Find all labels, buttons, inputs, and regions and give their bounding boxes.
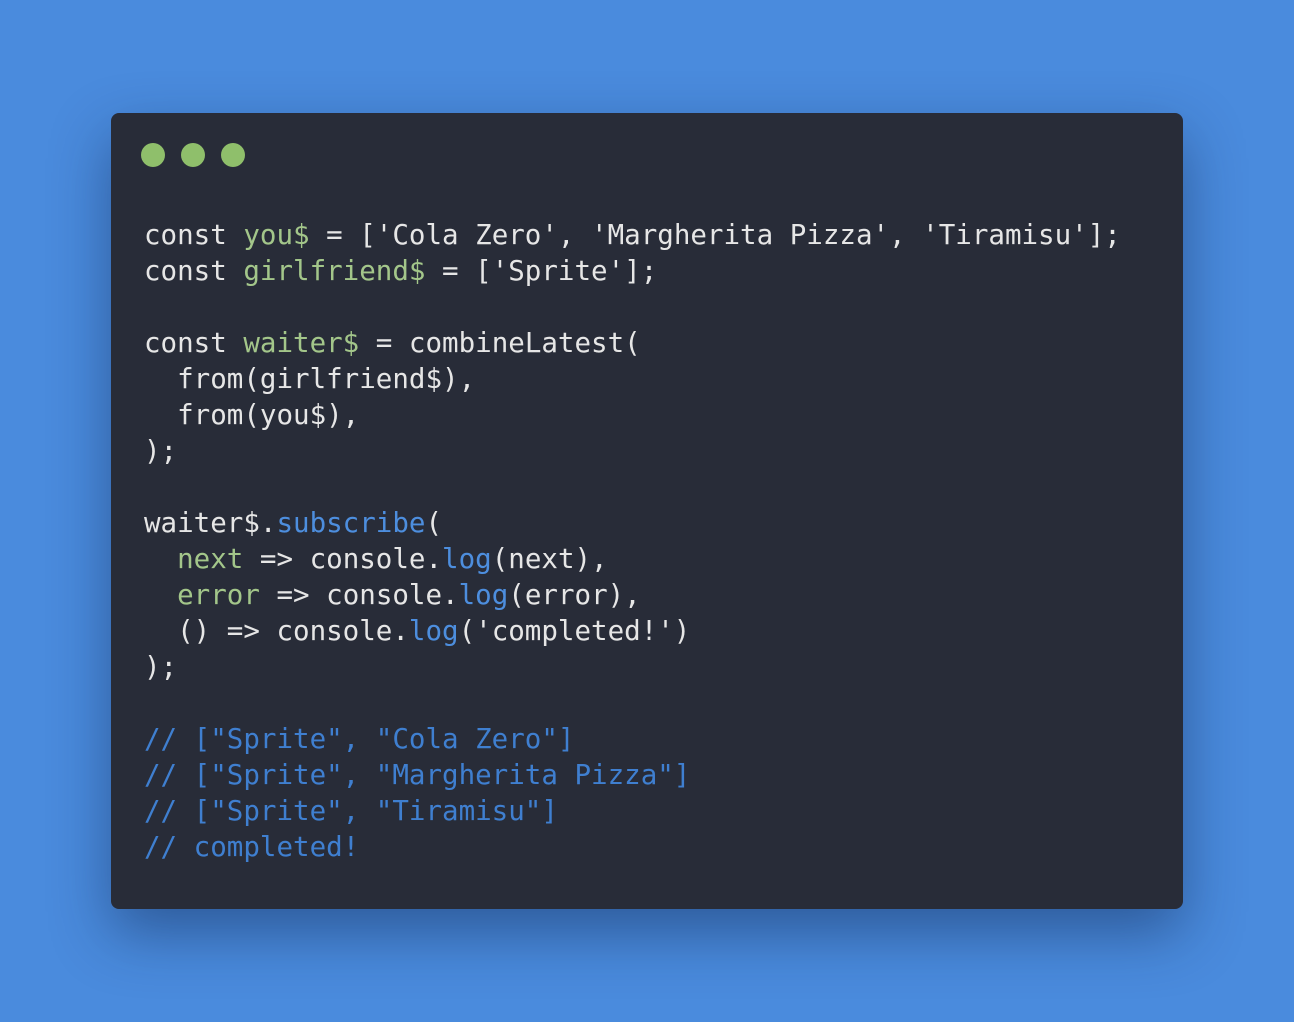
code-block: const you$ = ['Cola Zero', 'Margherita P… [144,217,1121,865]
code-line: // ["Sprite", "Tiramisu"] [144,793,1121,829]
code-token: = combineLatest( [359,327,641,359]
code-line: from(you$), [144,397,1121,433]
code-token: ( [425,507,443,539]
code-token: (error), [508,579,641,611]
code-token: waiter$ [243,327,360,359]
code-token: ); [144,651,178,683]
code-token: const [144,255,244,287]
code-line: waiter$.subscribe( [144,505,1121,541]
code-line: const waiter$ = combineLatest( [144,325,1121,361]
code-token: = ['Sprite']; [425,255,658,287]
code-token: from(you$), [144,399,360,431]
code-line: next => console.log(next), [144,541,1121,577]
code-token: girlfriend$ [243,255,426,287]
code-token: log [408,615,459,647]
code-token: (next), [491,543,608,575]
code-line: from(girlfriend$), [144,361,1121,397]
window-controls [141,143,245,167]
code-window: const you$ = ['Cola Zero', 'Margherita P… [111,113,1183,909]
code-token: // ["Sprite", "Cola Zero"] [144,723,575,755]
code-line: const girlfriend$ = ['Sprite']; [144,253,1121,289]
code-token: log [442,543,492,575]
code-token: ); [144,435,178,467]
code-line: const you$ = ['Cola Zero', 'Margherita P… [144,217,1121,253]
window-dot-2 [181,143,205,167]
code-token: // ["Sprite", "Tiramisu"] [144,795,558,827]
code-token: const [144,327,244,359]
code-token: const [144,219,244,251]
code-line: // ["Sprite", "Margherita Pizza"] [144,757,1121,793]
code-line: ); [144,649,1121,685]
code-token: = ['Cola Zero', 'Margherita Pizza', 'Tir… [309,219,1121,251]
code-token: log [458,579,509,611]
code-token: => console. [259,579,459,611]
code-token: () => console. [144,615,409,647]
code-token: // ["Sprite", "Margherita Pizza"] [144,759,691,791]
code-line: error => console.log(error), [144,577,1121,613]
code-token: ('completed!') [458,615,691,647]
code-line: ); [144,433,1121,469]
code-token: subscribe [276,507,426,539]
code-token: // completed! [144,831,360,863]
window-dot-1 [141,143,165,167]
code-line: // ["Sprite", "Cola Zero"] [144,721,1121,757]
code-token: next [177,543,244,575]
code-token: error [177,579,260,611]
window-dot-3 [221,143,245,167]
code-line: () => console.log('completed!') [144,613,1121,649]
code-token: => console. [243,543,443,575]
code-token: waiter$. [144,507,277,539]
code-token: you$ [243,219,310,251]
code-line: // completed! [144,829,1121,865]
code-token: from(girlfriend$), [144,363,476,395]
